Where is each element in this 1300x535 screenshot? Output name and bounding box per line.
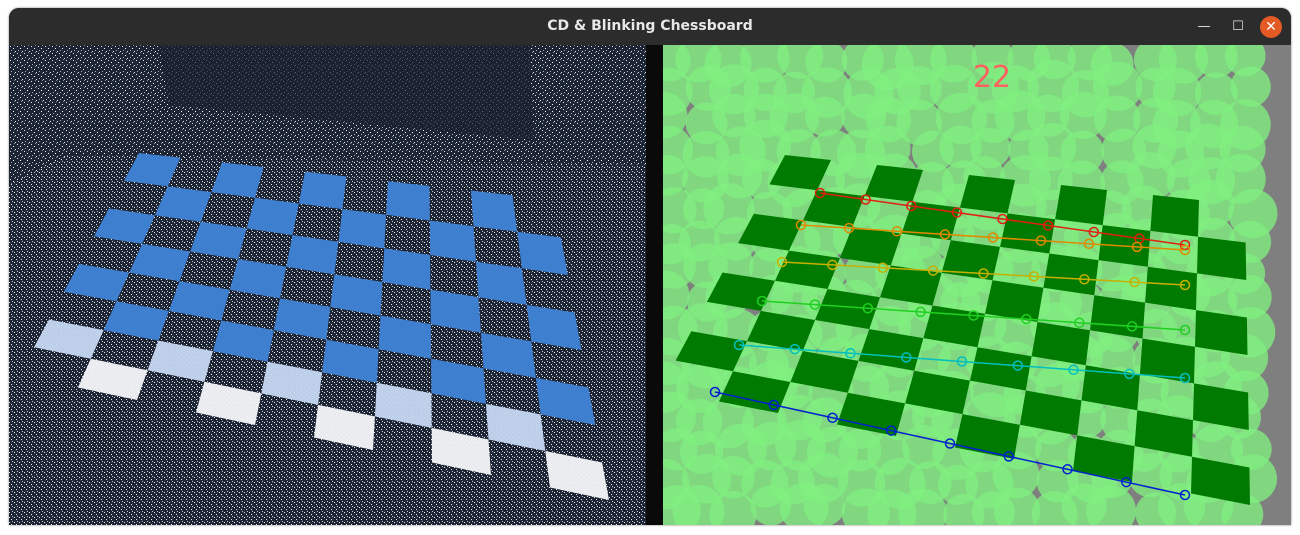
event-square xyxy=(246,197,299,236)
dark-square xyxy=(1043,253,1099,296)
event-square xyxy=(517,231,568,275)
dark-square xyxy=(1055,185,1107,226)
green-blob xyxy=(803,484,846,525)
dark-square xyxy=(1197,236,1247,280)
app-window: CD & Blinking Chessboard — ☐ ✕ 22 xyxy=(9,8,1291,525)
maximize-button[interactable]: ☐ xyxy=(1227,16,1249,38)
dark-square xyxy=(959,175,1015,214)
event-square xyxy=(429,220,476,262)
title-bar[interactable]: CD & Blinking Chessboard — ☐ ✕ xyxy=(9,8,1291,45)
chessboard-detection-canvas: 22 xyxy=(655,45,1291,525)
window-title: CD & Blinking Chessboard xyxy=(547,18,753,34)
dark-square xyxy=(1145,266,1197,311)
minimize-button[interactable]: — xyxy=(1193,16,1215,38)
window-content: 22 xyxy=(9,45,1291,525)
event-square xyxy=(298,171,347,210)
event-square xyxy=(338,209,387,249)
cd-events-canvas xyxy=(9,45,646,525)
close-button[interactable]: ✕ xyxy=(1260,16,1282,38)
blinking-chessboard-view: 22 xyxy=(655,45,1291,525)
event-square xyxy=(386,181,430,221)
dark-edge xyxy=(655,45,663,525)
frame-counter: 22 xyxy=(973,60,1011,95)
event-square xyxy=(471,190,518,232)
dark-square xyxy=(1150,195,1199,237)
view-separator xyxy=(646,45,655,525)
cd-events-view xyxy=(9,45,646,525)
